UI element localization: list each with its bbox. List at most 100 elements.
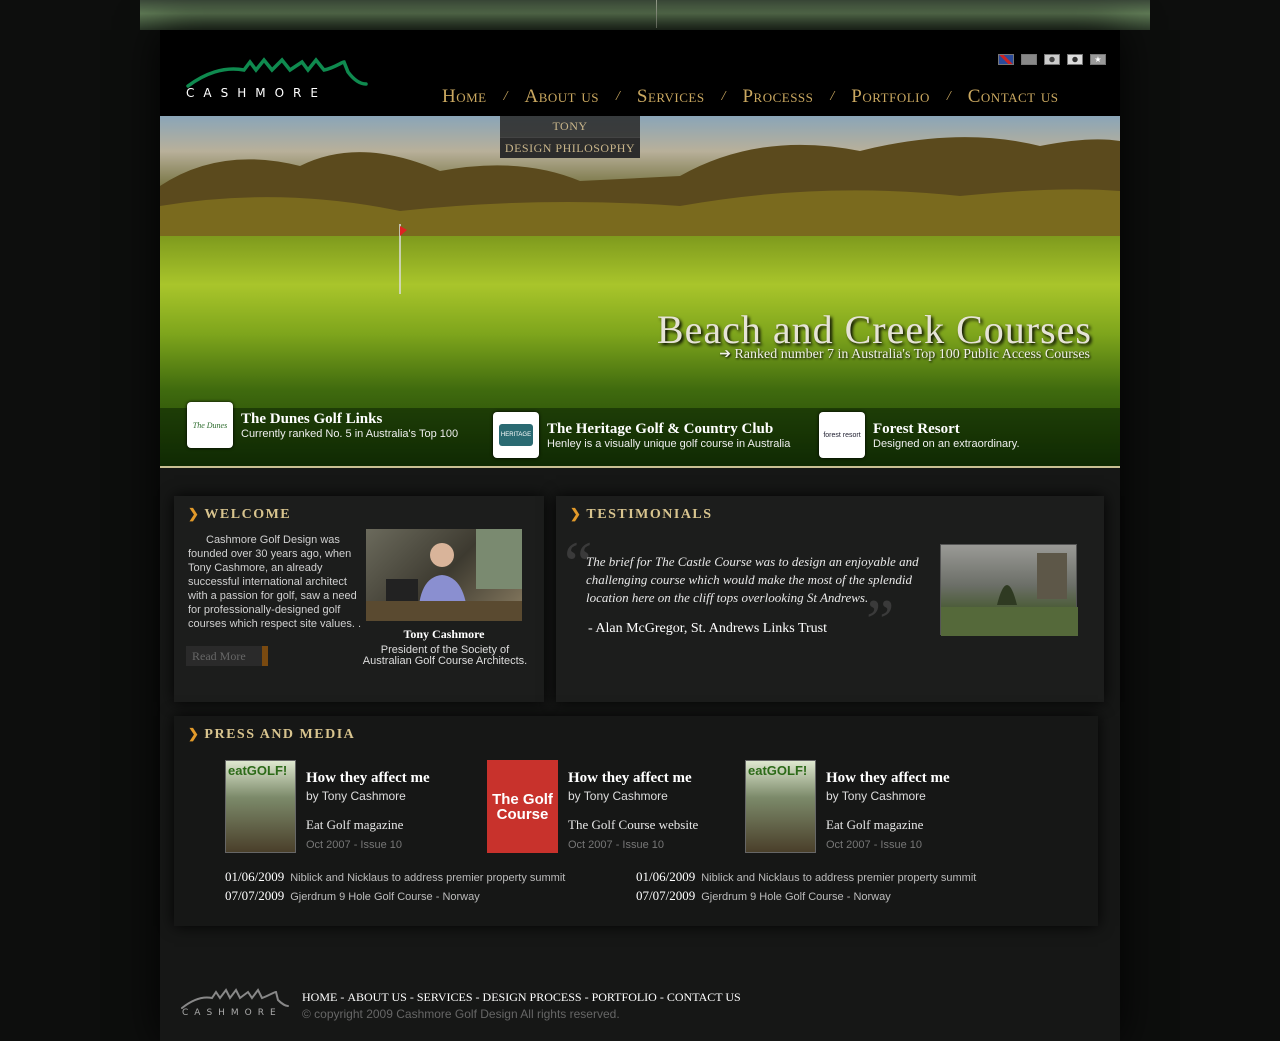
- footer-separator: -: [409, 990, 414, 1004]
- language-flags: ★: [998, 54, 1106, 65]
- forest-resort-logo-icon: forest resort: [819, 412, 865, 458]
- logo-wordmark: CASHMORE: [186, 86, 327, 100]
- feature-forest-resort[interactable]: forest resort Forest Resort Designed on …: [819, 412, 1020, 458]
- news-list: 01/06/2009 Niblick and Nicklaus to addres…: [225, 868, 565, 906]
- feature-dunes[interactable]: The Dunes The Dunes Golf Links Currently…: [187, 402, 458, 448]
- about-dropdown-menu: TONY DESIGN PHILOSOPHY: [500, 116, 640, 158]
- nav-about-us[interactable]: About us: [525, 86, 599, 108]
- news-item[interactable]: 07/07/2009 Gjerdrum 9 Hole Golf Course - …: [636, 887, 976, 906]
- footer-separator: -: [340, 990, 345, 1004]
- news-item[interactable]: 07/07/2009 Gjerdrum 9 Hole Golf Course - …: [225, 887, 565, 906]
- press-title: How they affect me: [306, 770, 430, 786]
- top-landscape-strip: [140, 0, 1150, 30]
- footer-separator: -: [475, 990, 480, 1004]
- feature-desc: Henley is a visually unique golf course …: [547, 437, 791, 450]
- nav-separator: /: [830, 89, 835, 104]
- news-text: Niblick and Nicklaus to address premier …: [701, 872, 977, 884]
- featured-courses-bar: The Dunes The Dunes Golf Links Currently…: [160, 402, 1120, 466]
- nav-separator: /: [721, 89, 726, 104]
- press-source: The Golf Course website: [568, 817, 699, 832]
- testimonials-panel: ❯ TESTIMONIALS “ ” The brief for The Cast…: [556, 496, 1104, 702]
- read-more-button[interactable]: Read More: [186, 646, 268, 666]
- footer-link-about-us[interactable]: ABOUT US: [347, 990, 406, 1005]
- footer-nav: HOME - ABOUT US - SERVICES - DESIGN PROC…: [302, 990, 741, 1005]
- flag-pin-icon: [399, 224, 407, 294]
- dropdown-item-design-philosophy[interactable]: DESIGN PHILOSOPHY: [500, 137, 640, 158]
- press-title: How they affect me: [568, 770, 692, 786]
- korea-flag-icon[interactable]: [1067, 54, 1083, 65]
- feature-heritage[interactable]: HERITAGE The Heritage Golf & Country Clu…: [493, 412, 790, 458]
- news-list: 01/06/2009 Niblick and Nicklaus to addres…: [636, 868, 976, 906]
- feature-title: The Dunes Golf Links: [241, 410, 383, 427]
- press-author: by Tony Cashmore: [306, 789, 406, 803]
- page-container: CASHMORE ★ Home / About us / Services / …: [160, 30, 1120, 1041]
- press-source: Eat Golf magazine: [826, 817, 924, 832]
- tony-cashmore-photo: [366, 529, 522, 621]
- hero-subtitle: ➔ Ranked number 7 in Australia's Top 100…: [719, 347, 1090, 362]
- press-date: Oct 2007 - Issue 10: [826, 839, 922, 851]
- news-item[interactable]: 01/06/2009 Niblick and Nicklaus to addres…: [225, 868, 565, 887]
- hero-divider: [160, 466, 1120, 468]
- press-author: by Tony Cashmore: [568, 789, 668, 803]
- welcome-heading: ❯ WELCOME: [188, 506, 292, 522]
- nav-services[interactable]: Services: [637, 86, 705, 108]
- press-item[interactable]: eatGOLF! How they affect me by Tony Cash…: [225, 760, 430, 853]
- news-date: 01/06/2009: [225, 869, 285, 884]
- news-text: Gjerdrum 9 Hole Golf Course - Norway: [290, 891, 480, 903]
- news-date: 07/07/2009: [225, 888, 285, 903]
- news-text: Gjerdrum 9 Hole Golf Course - Norway: [701, 891, 891, 903]
- press-title: How they affect me: [826, 770, 950, 786]
- chevron-right-icon: ❯: [188, 506, 201, 521]
- feature-title: The Heritage Golf & Country Club: [547, 420, 774, 437]
- dunes-logo-icon: The Dunes: [187, 402, 233, 448]
- footer-link-contact-us[interactable]: CONTACT US: [667, 990, 741, 1005]
- news-text: Niblick and Nicklaus to address premier …: [290, 872, 566, 884]
- footer-separator: -: [584, 990, 589, 1004]
- chevron-right-icon: ❯: [188, 726, 201, 741]
- footer-link-home[interactable]: HOME: [302, 990, 337, 1005]
- nav-separator: /: [615, 89, 620, 104]
- eat-golf-cover-image: eatGOLF!: [225, 760, 296, 853]
- feature-desc: Currently ranked No. 5 in Australia's To…: [241, 427, 459, 440]
- copyright: © copyright 2009 Cashmore Golf Design Al…: [302, 1007, 620, 1021]
- nav-separator: /: [503, 89, 508, 104]
- nav-contact-us[interactable]: Contact us: [968, 86, 1059, 108]
- nav-portfolio[interactable]: Portfolio: [851, 86, 930, 108]
- chevron-right-icon: ❯: [570, 506, 583, 521]
- press-date: Oct 2007 - Issue 10: [568, 839, 664, 851]
- welcome-panel: ❯ WELCOME Cashmore Golf Design was founde…: [174, 496, 544, 702]
- china-flag-icon[interactable]: [1021, 54, 1037, 65]
- uk-flag-icon[interactable]: [998, 54, 1014, 65]
- press-date: Oct 2007 - Issue 10: [306, 839, 402, 851]
- footer-separator: -: [659, 990, 664, 1004]
- header: CASHMORE ★ Home / About us / Services / …: [160, 30, 1120, 116]
- news-date: 01/06/2009: [636, 869, 696, 884]
- press-item[interactable]: The Golf Course How they affect me by To…: [487, 760, 698, 853]
- feature-desc: Designed on an extraordinary.: [873, 437, 1020, 450]
- footer-link-portfolio[interactable]: PORTFOLIO: [592, 990, 657, 1005]
- press-author: by Tony Cashmore: [826, 789, 926, 803]
- castle-course-photo: [940, 544, 1078, 636]
- footer-link-services[interactable]: SERVICES: [417, 990, 473, 1005]
- feature-title: Forest Resort: [873, 420, 960, 437]
- news-item[interactable]: 01/06/2009 Niblick and Nicklaus to addres…: [636, 868, 976, 887]
- press-item[interactable]: eatGOLF! How they affect me by Tony Cash…: [745, 760, 950, 853]
- photo-name: Tony Cashmore: [403, 627, 485, 641]
- heritage-logo-icon: HERITAGE: [493, 412, 539, 458]
- nav-process[interactable]: Processs: [742, 86, 813, 108]
- press-source: Eat Golf magazine: [306, 817, 404, 832]
- footer-wordmark: CASHMORE: [182, 1008, 282, 1018]
- dropdown-item-tony[interactable]: TONY: [500, 116, 640, 137]
- nav-home[interactable]: Home: [442, 86, 487, 108]
- golf-course-cover-image: The Golf Course: [487, 760, 558, 853]
- vietnam-flag-icon[interactable]: ★: [1090, 54, 1106, 65]
- testimonial-quote: The brief for The Castle Course was to d…: [586, 554, 919, 605]
- japan-flag-icon[interactable]: [1044, 54, 1060, 65]
- main-nav: Home / About us / Services / Processs / …: [442, 86, 1058, 108]
- photo-caption: President of the Society of Australian G…: [362, 644, 528, 667]
- footer-link-design-process[interactable]: DESIGN PROCESS: [483, 990, 582, 1005]
- news-date: 07/07/2009: [636, 888, 696, 903]
- testimonials-heading: ❯ TESTIMONIALS: [570, 506, 713, 522]
- testimonial-author: - Alan McGregor, St. Andrews Links Trust: [588, 621, 827, 636]
- nav-separator: /: [946, 89, 951, 104]
